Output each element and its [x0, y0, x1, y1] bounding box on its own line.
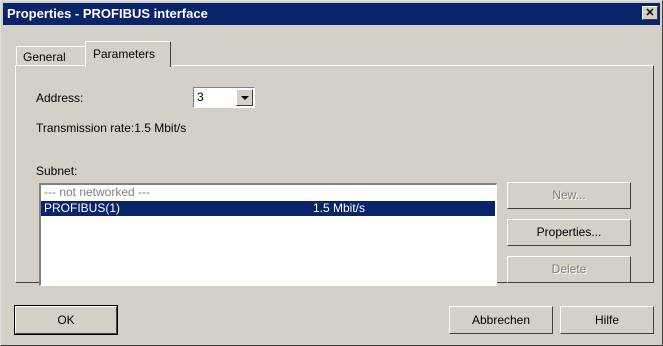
tab-parameters-label: Parameters [93, 47, 156, 61]
subnet-properties-button[interactable]: Properties... [507, 219, 631, 246]
list-item[interactable]: --- not networked --- [41, 185, 495, 200]
chevron-down-icon[interactable] [236, 89, 253, 106]
subnet-rate: 1.5 Mbit/s [313, 201, 366, 215]
ok-button[interactable]: OK [14, 305, 118, 335]
tab-general-label: General [23, 50, 66, 64]
help-button[interactable]: Hilfe [560, 306, 654, 334]
new-subnet-button[interactable]: New... [507, 182, 631, 209]
window-title: Properties - PROFIBUS interface [7, 6, 208, 21]
subnet-label: Subnet: [36, 164, 78, 178]
close-button[interactable]: ✕ [642, 6, 658, 20]
address-label: Address: [36, 91, 84, 105]
properties-dialog: Properties - PROFIBUS interface ✕ Genera… [0, 0, 663, 346]
subnet-name: --- not networked --- [44, 185, 151, 199]
tab-general[interactable]: General [16, 46, 86, 65]
transmission-rate-text: Transmission rate:1.5 Mbit/s [36, 121, 187, 135]
close-icon: ✕ [645, 7, 655, 19]
tab-parameters[interactable]: Parameters [85, 41, 171, 67]
subnet-name: PROFIBUS(1) [44, 201, 121, 215]
subnet-listbox[interactable]: --- not networked --- PROFIBUS(1) 1.5 Mb… [39, 183, 497, 286]
address-combobox[interactable]: 3 [193, 87, 255, 108]
delete-subnet-button[interactable]: Delete [507, 256, 631, 283]
title-bar[interactable]: Properties - PROFIBUS interface ✕ [3, 3, 660, 25]
address-value: 3 [197, 90, 204, 104]
list-item[interactable]: PROFIBUS(1) 1.5 Mbit/s [41, 201, 495, 216]
cancel-button[interactable]: Abbrechen [449, 306, 553, 334]
